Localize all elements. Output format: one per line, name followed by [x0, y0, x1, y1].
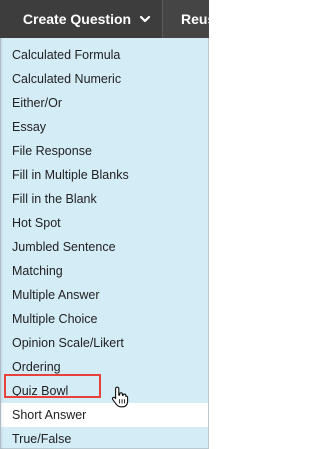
menu-item-jumbled-sentence[interactable]: Jumbled Sentence — [1, 235, 208, 259]
question-type-menu: Calculated Formula Calculated Numeric Ei… — [0, 38, 209, 449]
question-type-list: Calculated Formula Calculated Numeric Ei… — [1, 43, 208, 448]
menu-item-short-answer[interactable]: Short Answer — [1, 403, 208, 427]
reuse-question-button[interactable]: Reuse — [163, 0, 209, 38]
menu-item-calculated-numeric[interactable]: Calculated Numeric — [1, 67, 208, 91]
menu-item-ordering[interactable]: Ordering — [1, 355, 208, 379]
create-question-label: Create Question — [22, 11, 132, 27]
menu-item-true-false[interactable]: True/False — [1, 427, 208, 448]
menu-item-fill-in-multiple-blanks[interactable]: Fill in Multiple Blanks — [1, 163, 208, 187]
menu-item-essay[interactable]: Essay — [1, 115, 208, 139]
chevron-down-icon — [139, 15, 151, 23]
menu-item-opinion-scale-likert[interactable]: Opinion Scale/Likert — [1, 331, 208, 355]
menu-item-file-response[interactable]: File Response — [1, 139, 208, 163]
reuse-question-label: Reuse — [181, 11, 209, 27]
menu-item-matching[interactable]: Matching — [1, 259, 208, 283]
menu-item-fill-in-the-blank[interactable]: Fill in the Blank — [1, 187, 208, 211]
menu-item-multiple-answer[interactable]: Multiple Answer — [1, 283, 208, 307]
toolbar: Create Question Reuse — [0, 0, 209, 39]
menu-item-multiple-choice[interactable]: Multiple Choice — [1, 307, 208, 331]
menu-item-either-or[interactable]: Either/Or — [1, 91, 208, 115]
create-question-button[interactable]: Create Question — [12, 0, 162, 38]
menu-item-hot-spot[interactable]: Hot Spot — [1, 211, 208, 235]
menu-item-calculated-formula[interactable]: Calculated Formula — [1, 43, 208, 67]
menu-item-quiz-bowl[interactable]: Quiz Bowl — [1, 379, 208, 403]
